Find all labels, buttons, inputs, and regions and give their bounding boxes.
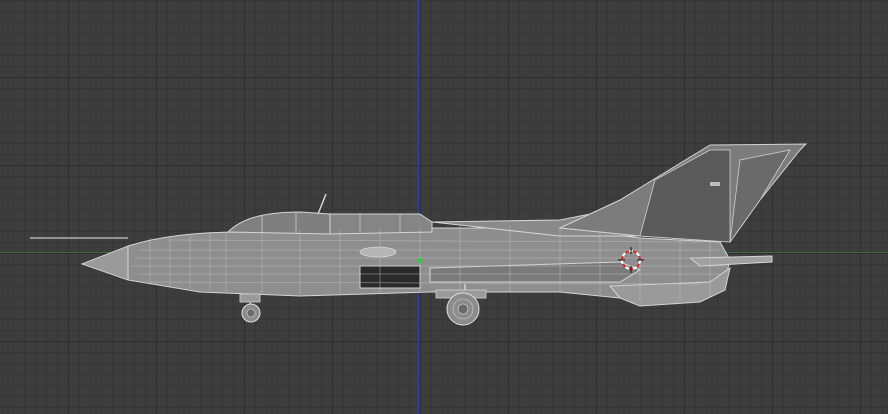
object-origin-icon[interactable]: [417, 258, 422, 263]
3d-cursor-icon[interactable]: [618, 247, 644, 273]
aircraft-model[interactable]: [0, 0, 888, 414]
3d-viewport[interactable]: [0, 0, 888, 414]
fuselage: [30, 143, 808, 307]
